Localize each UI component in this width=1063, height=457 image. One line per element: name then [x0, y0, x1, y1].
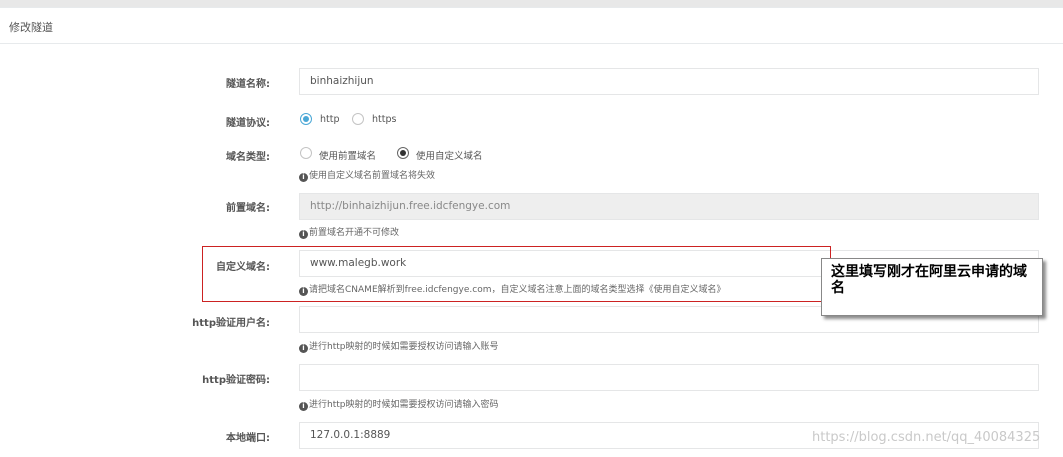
http-password-label: http验证密码: — [202, 375, 270, 386]
http-password-input[interactable] — [299, 364, 1039, 391]
tunnel-name-input[interactable]: binhaizhijun — [299, 68, 1039, 95]
annotation-callout: 这里填写刚才在阿里云申请的域名 — [821, 258, 1043, 316]
panel-title: 修改隧道 — [9, 21, 53, 34]
local-port-label: 本地端口: — [226, 433, 270, 444]
domain-type-help-text: 使用自定义域名前置域名将失效 — [309, 171, 436, 181]
http-user-label: http验证用户名: — [192, 318, 270, 329]
domain-type-custom-radio[interactable] — [397, 147, 409, 159]
http-user-help-text: 进行http映射的时候如需要授权访问请输入账号 — [309, 342, 499, 352]
http-password-help: i 进行http映射的时候如需要授权访问请输入密码 — [299, 397, 498, 411]
protocol-http-radio[interactable] — [300, 113, 312, 125]
panel-divider — [0, 43, 1063, 44]
prefix-domain-help-text: 前置域名开通不可修改 — [309, 228, 400, 238]
tunnel-name-label: 隧道名称: — [226, 79, 270, 90]
http-user-help: i 进行http映射的时候如需要授权访问请输入账号 — [299, 339, 498, 353]
highlight-box — [202, 246, 831, 302]
http-password-help-text: 进行http映射的时候如需要授权访问请输入密码 — [309, 400, 499, 410]
protocol-label: 隧道协议: — [226, 118, 270, 129]
prefix-domain-label: 前置域名: — [226, 203, 270, 214]
prefix-domain-help: i 前置域名开通不可修改 — [299, 225, 399, 239]
protocol-https-radio[interactable] — [352, 113, 364, 125]
domain-type-custom-label[interactable]: 使用自定义域名 — [416, 148, 483, 162]
protocol-https-label[interactable]: https — [372, 114, 396, 125]
protocol-http-label[interactable]: http — [320, 114, 340, 125]
info-icon: i — [299, 230, 308, 239]
domain-type-prefix-label[interactable]: 使用前置域名 — [319, 148, 376, 162]
watermark: https://blog.csdn.net/qq_40084325 — [812, 430, 1041, 445]
domain-type-prefix-radio[interactable] — [300, 147, 312, 159]
domain-type-help: i 使用自定义域名前置域名将失效 — [299, 168, 435, 182]
info-icon: i — [299, 344, 308, 353]
prefix-domain-input: http://binhaizhijun.free.idcfengye.com — [299, 193, 1039, 220]
domain-type-label: 域名类型: — [226, 152, 270, 163]
top-bar — [0, 0, 1063, 7]
info-icon: i — [299, 173, 308, 182]
info-icon: i — [299, 402, 308, 411]
